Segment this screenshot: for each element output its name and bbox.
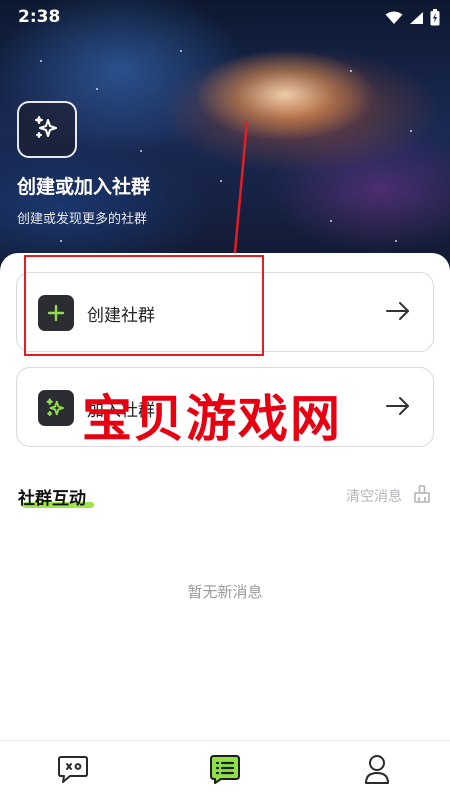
nav-profile[interactable] bbox=[359, 753, 395, 789]
bottom-nav bbox=[0, 740, 450, 800]
battery-charging-icon bbox=[430, 9, 440, 30]
list-icon bbox=[209, 754, 241, 788]
person-icon bbox=[363, 753, 391, 789]
signal-icon bbox=[409, 10, 424, 29]
status-bar: 2:38 bbox=[0, 0, 450, 34]
empty-messages-text: 暂无新消息 bbox=[187, 583, 263, 601]
create-community-card[interactable]: 创建社群 bbox=[16, 272, 434, 352]
hero-banner: 2:38 创建或加入社群 创建或发现更多的社群 bbox=[0, 0, 450, 290]
clear-messages-button[interactable]: 清空消息 bbox=[346, 484, 432, 508]
arrow-right-icon bbox=[385, 394, 411, 422]
wifi-icon bbox=[385, 10, 403, 29]
sparkles-icon bbox=[38, 390, 74, 426]
section-title: 社群互动 bbox=[18, 489, 86, 509]
chat-bubble-icon bbox=[57, 754, 89, 788]
arrow-right-icon bbox=[385, 299, 411, 327]
hero-title: 创建或加入社群 bbox=[17, 176, 151, 198]
plus-icon bbox=[38, 295, 74, 331]
clear-messages-label: 清空消息 bbox=[346, 489, 402, 505]
broom-icon bbox=[412, 484, 432, 508]
watermark-text: 宝贝游戏网 bbox=[82, 390, 342, 448]
nav-chat[interactable] bbox=[55, 753, 91, 789]
nav-community[interactable] bbox=[207, 753, 243, 789]
hero-sparkles-icon-box bbox=[17, 101, 77, 158]
status-time: 2:38 bbox=[18, 7, 61, 27]
create-community-label: 创建社群 bbox=[87, 306, 155, 326]
hero-subtitle: 创建或发现更多的社群 bbox=[17, 212, 148, 227]
sparkles-icon bbox=[33, 114, 61, 146]
